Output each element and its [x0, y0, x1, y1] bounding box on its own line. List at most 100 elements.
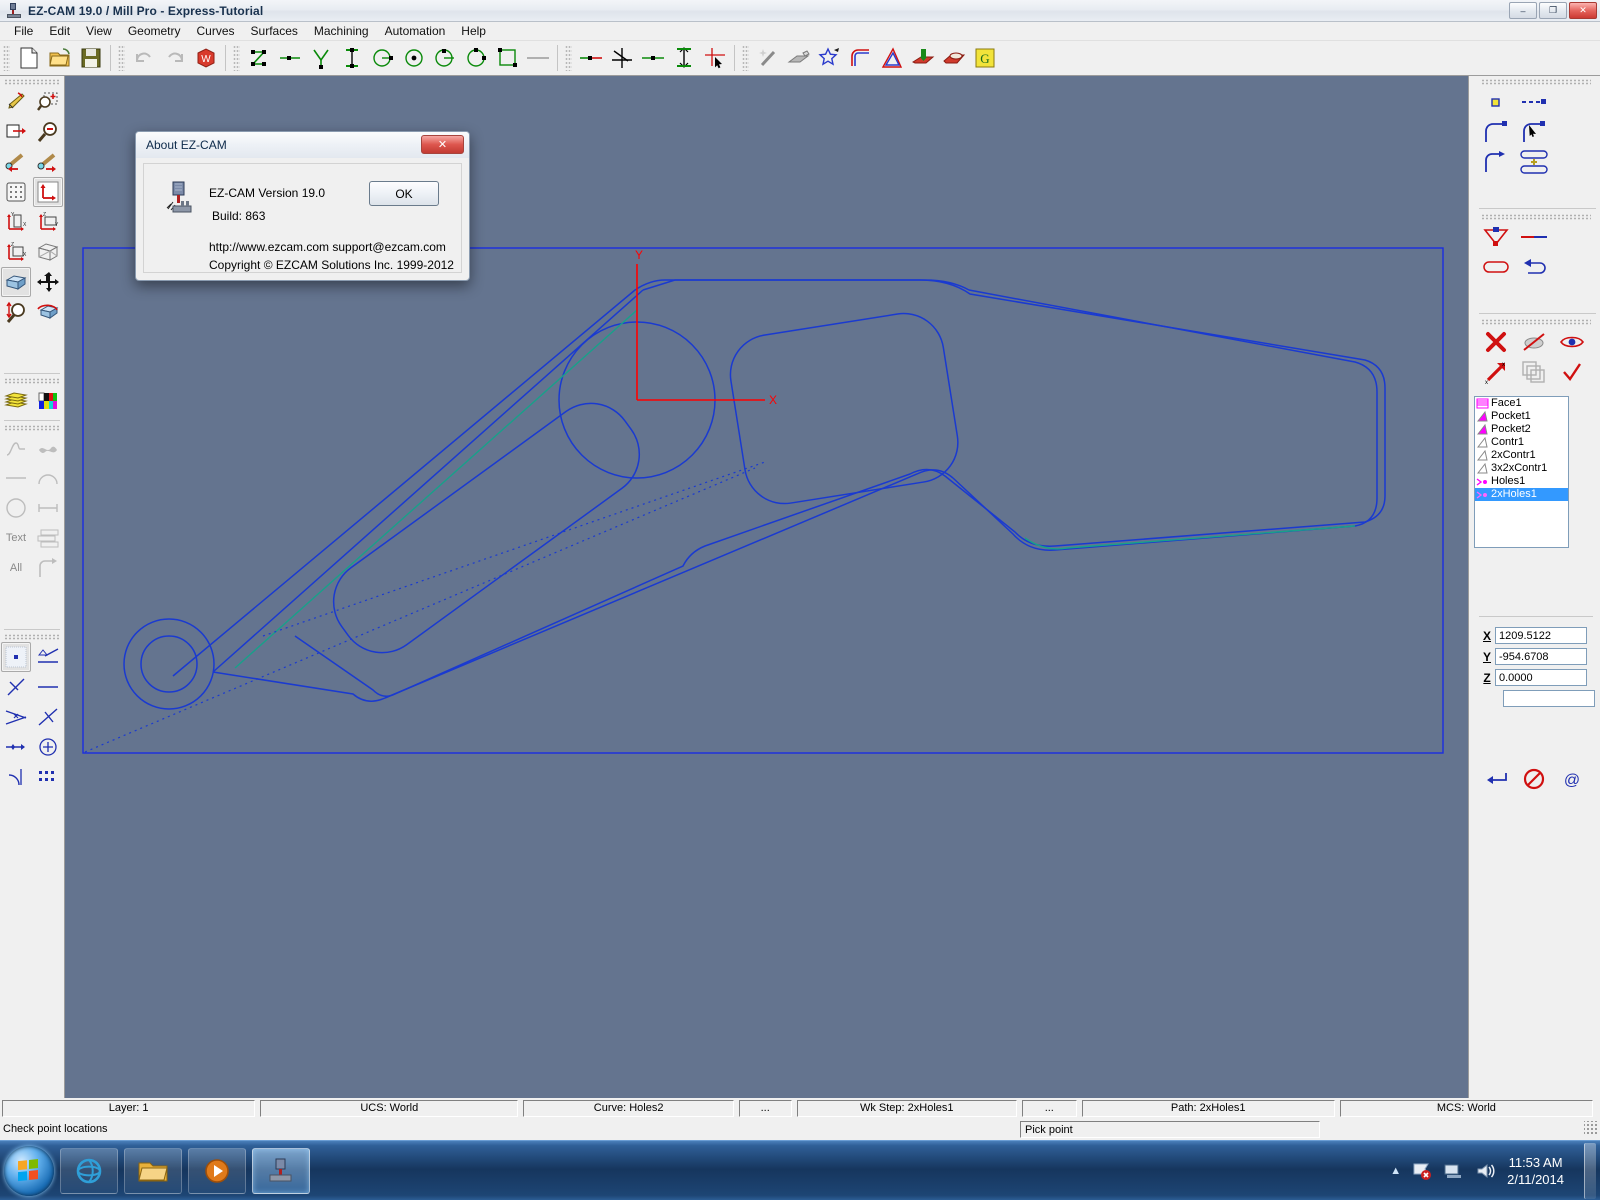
surface-patch-icon[interactable]: [33, 433, 63, 463]
list-item[interactable]: Pocket1: [1475, 410, 1568, 423]
circle-center-icon[interactable]: [399, 44, 428, 73]
toolbar-grip[interactable]: [233, 45, 240, 71]
copy-layers-icon[interactable]: [1517, 357, 1551, 387]
arc-corner-icon[interactable]: [1479, 117, 1513, 147]
point-grid-icon[interactable]: [33, 762, 63, 792]
status-curve[interactable]: Curve: Holes2: [523, 1099, 734, 1117]
length-dim-icon[interactable]: [33, 493, 63, 523]
taskbar-item-ezcam[interactable]: [252, 1147, 310, 1194]
line-segment-icon[interactable]: [275, 44, 304, 73]
two-line-cross-icon[interactable]: [1, 702, 31, 732]
list-item[interactable]: 3x2xContr1: [1475, 462, 1568, 475]
z-input[interactable]: 0.0000: [1495, 669, 1587, 686]
dock-grip[interactable]: [1481, 319, 1591, 325]
dock-grip[interactable]: [4, 79, 60, 85]
hide-blank-icon[interactable]: [1517, 327, 1551, 357]
arc-pick-icon[interactable]: [1517, 117, 1551, 147]
pan-move-icon[interactable]: [33, 267, 63, 297]
square-point-icon[interactable]: [1479, 87, 1513, 117]
status-ucs[interactable]: UCS: World: [260, 1099, 519, 1117]
enter-return-icon[interactable]: [1479, 764, 1513, 794]
toolbar-grip[interactable]: [118, 45, 125, 71]
pan-left-icon[interactable]: [1, 147, 31, 177]
status-path[interactable]: Path: 2xHoles1: [1081, 1099, 1335, 1117]
tangent-line-icon[interactable]: [33, 642, 63, 672]
dock-grip[interactable]: [4, 634, 60, 640]
midpoint-icon[interactable]: [638, 44, 667, 73]
minimize-button[interactable]: –: [1509, 2, 1537, 19]
text-label-icon[interactable]: Text: [1, 523, 31, 553]
menu-help[interactable]: Help: [453, 23, 494, 39]
taskbar-item-internet-explorer[interactable]: [60, 1147, 118, 1194]
status-layer[interactable]: Layer: 1: [2, 1099, 256, 1117]
spline-curve-icon[interactable]: [1, 433, 31, 463]
action-center-flag-icon[interactable]: [1411, 1161, 1433, 1181]
workstep-list[interactable]: Face1 Pocket1 Pocket2 Contr1 2xContr1 3x…: [1474, 396, 1569, 548]
solidworks-cube-icon[interactable]: W: [191, 44, 220, 73]
pocket-star-icon[interactable]: [815, 44, 844, 73]
circle-plus-icon[interactable]: [33, 732, 63, 762]
menu-edit[interactable]: Edit: [41, 23, 78, 39]
eye-show-icon[interactable]: [1555, 327, 1589, 357]
list-rows-icon[interactable]: [33, 523, 63, 553]
extra-input[interactable]: [1503, 690, 1595, 707]
at-sign-icon[interactable]: @: [1555, 764, 1589, 794]
toolbar-grip[interactable]: [565, 45, 572, 71]
network-icon[interactable]: [1443, 1161, 1465, 1181]
all-label-icon[interactable]: All: [1, 553, 31, 583]
ok-button[interactable]: OK: [369, 181, 439, 206]
diagonal-line-icon[interactable]: [33, 702, 63, 732]
reverse-direction-icon[interactable]: [1517, 252, 1551, 282]
wireframe-box-icon[interactable]: [33, 237, 63, 267]
line-flat-icon[interactable]: [1, 463, 31, 493]
y-input[interactable]: -954.6708: [1495, 648, 1587, 665]
menu-machining[interactable]: Machining: [306, 23, 377, 39]
pencil-redo-icon[interactable]: [1, 87, 31, 117]
menu-curves[interactable]: Curves: [189, 23, 243, 39]
red-blue-line-icon[interactable]: [1517, 222, 1551, 252]
new-document-icon[interactable]: [14, 44, 43, 73]
arc-icon[interactable]: [430, 44, 459, 73]
dock-grip[interactable]: [4, 378, 60, 384]
point-on-curve-icon[interactable]: [1, 732, 31, 762]
point-on-line-icon[interactable]: [576, 44, 605, 73]
status-mcs[interactable]: MCS: World: [1339, 1099, 1593, 1117]
extent-icon[interactable]: [669, 44, 698, 73]
volume-icon[interactable]: [1475, 1161, 1497, 1181]
dock-grip[interactable]: [1481, 79, 1591, 85]
triangle-chain-icon[interactable]: [1479, 222, 1513, 252]
polyline-z-icon[interactable]: [244, 44, 273, 73]
menu-automation[interactable]: Automation: [377, 23, 454, 39]
list-item[interactable]: 2xContr1: [1475, 449, 1568, 462]
rectangle-icon[interactable]: [492, 44, 521, 73]
arc-dome-icon[interactable]: [33, 463, 63, 493]
view-zx-icon[interactable]: ZX: [1, 237, 31, 267]
zoom-dynamic-icon[interactable]: [1, 297, 31, 327]
list-item[interactable]: Pocket2: [1475, 423, 1568, 436]
contour-icon[interactable]: [846, 44, 875, 73]
close-button[interactable]: ✕: [1569, 2, 1597, 19]
perpendicular-icon[interactable]: [1, 672, 31, 702]
ucs-xy-icon[interactable]: [33, 177, 63, 207]
color-palette-icon[interactable]: [33, 386, 63, 416]
dock-grip[interactable]: [4, 425, 60, 431]
vertical-dim-icon[interactable]: [337, 44, 366, 73]
layers-stack-icon[interactable]: [1, 386, 31, 416]
zoom-window-icon[interactable]: [33, 87, 63, 117]
circle-plain-icon[interactable]: [461, 44, 490, 73]
dashed-line-point-icon[interactable]: [1517, 87, 1551, 117]
gcode-g-icon[interactable]: G: [970, 44, 999, 73]
zoom-extents-icon[interactable]: [1, 117, 31, 147]
list-item[interactable]: Face1: [1475, 397, 1568, 410]
toolbar-grip[interactable]: [3, 45, 10, 71]
delete-x-icon[interactable]: [1479, 327, 1513, 357]
zoom-out-icon[interactable]: [33, 117, 63, 147]
menu-geometry[interactable]: Geometry: [120, 23, 189, 39]
dim-line-icon[interactable]: [523, 44, 552, 73]
undo-arrow-icon[interactable]: [129, 44, 158, 73]
list-item[interactable]: Holes1: [1475, 475, 1568, 488]
dock-grip[interactable]: [1481, 214, 1591, 220]
x-input[interactable]: 1209.5122: [1495, 627, 1587, 644]
start-button[interactable]: [4, 1145, 54, 1196]
horizontal-line-icon[interactable]: [33, 672, 63, 702]
